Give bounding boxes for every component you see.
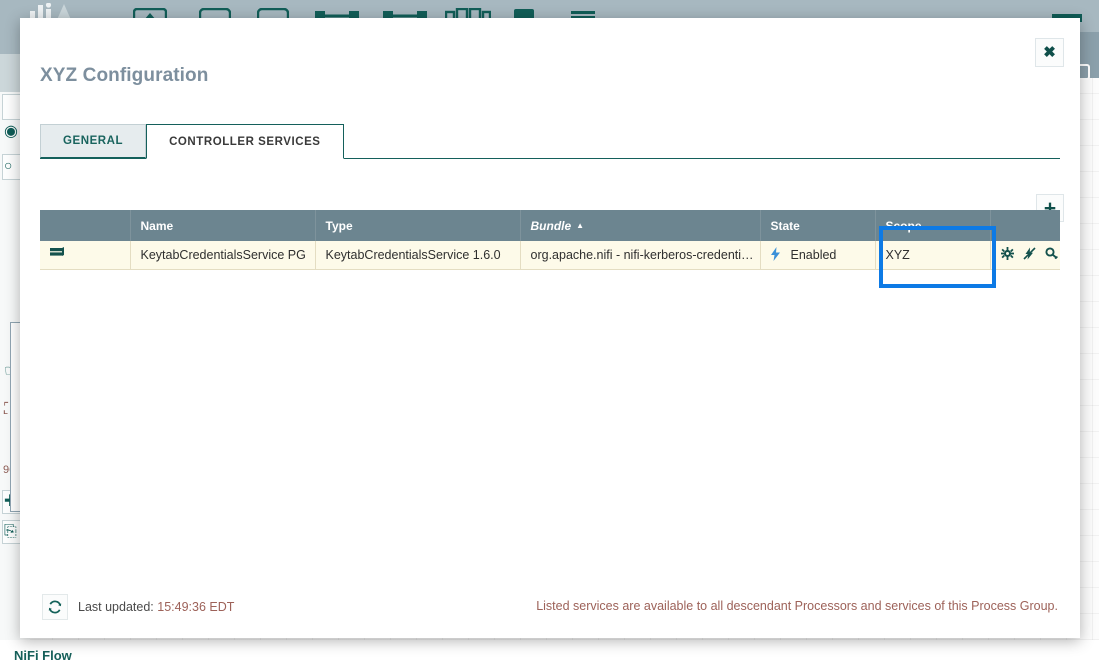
column-header-bundle[interactable]: Bundle ▲ (520, 210, 760, 241)
cell-state: Enabled (760, 241, 875, 269)
dialog-footer: Last updated: 15:49:36 EDT Listed servic… (20, 586, 1080, 638)
page-title: XYZ Configuration (40, 65, 208, 87)
tab-general[interactable]: GENERAL (40, 124, 146, 158)
column-header-type[interactable]: Type (315, 210, 520, 241)
process-group-scope-icon (50, 247, 64, 262)
table-row[interactable]: KeytabCredentialsService PG KeytabCreden… (40, 241, 1060, 269)
footer-note: Listed services are available to all des… (536, 599, 1058, 613)
table-header-row: Name Type Bundle ▲ State Scope (40, 210, 1060, 241)
controller-services-table: Name Type Bundle ▲ State Scope KeytabCred… (40, 210, 1060, 270)
last-updated-status: Last updated: 15:49:36 EDT (78, 600, 234, 614)
lightning-bolt-icon (771, 247, 780, 263)
column-header-bundle-label: Bundle (531, 219, 572, 233)
copy-icon[interactable]: ⎘ (4, 524, 17, 540)
xyz-configuration-dialog: ✖ XYZ Configuration GENERAL CONTROLLER S… (20, 18, 1080, 638)
cell-bundle: org.apache.nifi - nifi-kerberos-credenti… (520, 241, 760, 269)
state-wrapper: Enabled (771, 247, 875, 263)
row-scope-indicator-cell (40, 241, 130, 269)
column-header-icon[interactable] (40, 210, 130, 241)
column-header-actions (990, 210, 1060, 241)
tab-strip: GENERAL CONTROLLER SERVICES (40, 123, 1060, 159)
column-header-state[interactable]: State (760, 210, 875, 241)
sort-ascending-icon: ▲ (576, 221, 584, 230)
tab-controller-services[interactable]: CONTROLLER SERVICES (146, 124, 343, 159)
navigate-icon[interactable]: ◉ (4, 124, 18, 140)
column-header-name[interactable]: Name (130, 210, 315, 241)
column-header-scope[interactable]: Scope (875, 210, 990, 241)
search-icon[interactable]: ○ (4, 158, 12, 172)
cell-scope: XYZ (875, 241, 990, 269)
disable-icon[interactable] (1023, 247, 1036, 262)
state-label: Enabled (791, 248, 837, 262)
breadcrumb[interactable]: NiFi Flow (14, 648, 72, 663)
table-header: Name Type Bundle ▲ State Scope (40, 210, 1060, 241)
key-icon[interactable] (1045, 247, 1058, 262)
cell-type: KeytabCredentialsService 1.6.0 (315, 241, 520, 269)
cell-actions (990, 241, 1060, 269)
last-updated-label: Last updated: (78, 600, 154, 614)
close-icon[interactable]: ✖ (1035, 38, 1064, 67)
cell-name: KeytabCredentialsService PG (130, 241, 315, 269)
row-actions (1001, 247, 1061, 262)
refresh-icon[interactable] (42, 594, 68, 620)
last-updated-time: 15:49:36 EDT (157, 600, 234, 614)
gear-icon[interactable] (1001, 247, 1014, 262)
refresh-group: Last updated: 15:49:36 EDT (42, 594, 234, 620)
table-body: KeytabCredentialsService PG KeytabCreden… (40, 241, 1060, 269)
